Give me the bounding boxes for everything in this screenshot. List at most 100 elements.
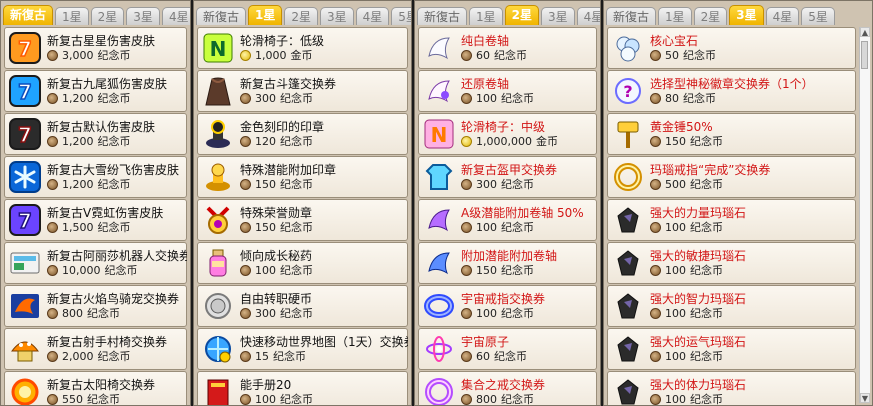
shop-item-row[interactable]: ? 选择型神秘徽章交换券（1个） 80 纪念币 [607, 70, 856, 112]
shop-item-row[interactable]: 自由转职硬币 300 纪念币 [197, 285, 408, 327]
shop-item-row[interactable]: 强大的敏捷玛瑙石 100 纪念币 [607, 242, 856, 284]
dark-stone-icon [612, 204, 644, 236]
tab-0[interactable]: 新復古 [606, 7, 657, 25]
item-price: 1,200 纪念币 [47, 135, 155, 149]
shop-item-row[interactable]: 黄金锤50% 150 纪念币 [607, 113, 856, 155]
gold-coin-icon [240, 50, 251, 61]
scroll-thumb[interactable] [861, 41, 868, 69]
tab-3[interactable]: 3星 [729, 5, 764, 25]
shop-item-row[interactable]: 新复古斗篷交换券 300 纪念币 [197, 70, 408, 112]
tab-2[interactable]: 2星 [693, 7, 728, 25]
scroll-up-icon[interactable]: ▲ [860, 27, 870, 37]
tab-3[interactable]: 3星 [541, 7, 575, 25]
shop-item-row[interactable]: 玛瑙戒指“完成”交换券 500 纪念币 [607, 156, 856, 198]
tab-2[interactable]: 2星 [90, 7, 125, 25]
souvenir-coin-icon [240, 179, 251, 190]
shop-item-row[interactable]: 新复古太阳椅交换券 550 纪念币 [4, 371, 187, 405]
shop-item-row[interactable]: N 轮滑椅子：中级 1,000,000 金币 [418, 113, 597, 155]
scroll-down-icon[interactable]: ▼ [860, 393, 870, 403]
tab-3[interactable]: 3星 [126, 7, 160, 25]
tab-1[interactable]: 1星 [469, 7, 503, 25]
shop-item-row[interactable]: 能手册20 100 纪念币 [197, 371, 408, 405]
shop-item-row[interactable]: 特殊荣誉勋章 150 纪念币 [197, 199, 408, 241]
shop-item-row[interactable]: 7 新复古默认伤害皮肤 1,200 纪念币 [4, 113, 187, 155]
shop-item-row[interactable]: 特殊潜能附加印章 150 纪念币 [197, 156, 408, 198]
shop-item-row[interactable]: N 轮滑椅子：低级 1,000 金币 [197, 27, 408, 69]
currency-label: 纪念币 [501, 220, 534, 234]
shop-item-row[interactable]: 强大的智力玛瑙石 100 纪念币 [607, 285, 856, 327]
item-meta: 特殊荣誉勋章 150 纪念币 [240, 206, 313, 235]
golden-hammer-icon [612, 118, 644, 150]
shop-item-row[interactable]: 集合之戒交换券 800 纪念币 [418, 371, 597, 405]
item-list: N 轮滑椅子：低级 1,000 金币 新复古斗篷交换券 300 纪念币 金色刻印的印章 120 纪… [197, 27, 408, 405]
seven-dark-icon: 7 [9, 118, 41, 150]
shop-item-row[interactable]: 宇宙戒指交换券 100 纪念币 [418, 285, 597, 327]
tab-0[interactable]: 新復古 [417, 7, 468, 25]
tab-0[interactable]: 新復古 [196, 7, 247, 25]
item-name: 选择型神秘徽章交换券（1个） [650, 76, 814, 91]
item-name: 新复古斗篷交换券 [240, 76, 337, 91]
price-value: 100 [665, 220, 686, 234]
currency-label: 纪念币 [273, 349, 306, 363]
tab-4[interactable]: 4星 [355, 7, 390, 25]
medal-icon [202, 204, 234, 236]
currency-label: 纪念币 [690, 220, 723, 234]
shop-item-row[interactable]: 强大的力量玛瑙石 100 纪念币 [607, 199, 856, 241]
price-value: 1,000,000 [476, 134, 532, 148]
core-gem-icon [612, 32, 644, 64]
white-scroll-icon [423, 32, 455, 64]
tab-0[interactable]: 新復古 [3, 5, 54, 25]
price-value: 150 [665, 134, 686, 148]
souvenir-coin-icon [650, 50, 661, 61]
shop-item-row[interactable]: 还原卷轴 100 纪念币 [418, 70, 597, 112]
item-price: 60 纪念币 [461, 49, 527, 63]
shop-item-row[interactable]: 快速移动世界地图（1天）交换券 15 纪念币 [197, 328, 408, 370]
tab-4[interactable]: 4星 [765, 7, 800, 25]
shop-item-row[interactable]: 7 新复古九尾狐伤害皮肤 1,200 纪念币 [4, 70, 187, 112]
tab-1[interactable]: 1星 [55, 7, 89, 25]
tab-5[interactable]: 5星 [391, 7, 411, 25]
tab-4[interactable]: 4星 [576, 7, 600, 25]
cape-icon [202, 75, 234, 107]
shop-item-row[interactable]: 附加潜能附加卷轴 150 纪念币 [418, 242, 597, 284]
item-name: 新复古阿丽莎机器人交换券 [47, 248, 187, 263]
shop-item-row[interactable]: 倾向成长秘药 100 纪念币 [197, 242, 408, 284]
price-value: 100 [255, 392, 276, 406]
shop-item-row[interactable]: 7 新复古V霓虹伤害皮肤 1,500 纪念币 [4, 199, 187, 241]
souvenir-coin-icon [461, 308, 472, 319]
shop-item-row[interactable]: 新复古阿丽莎机器人交换券 10,000 纪念币 [4, 242, 187, 284]
shop-item-row[interactable]: 新复古射手村椅交换券 2,000 纪念币 [4, 328, 187, 370]
item-price: 100 纪念币 [650, 221, 746, 235]
shop-item-row[interactable]: 强大的运气玛瑙石 100 纪念币 [607, 328, 856, 370]
tab-1[interactable]: 1星 [658, 7, 692, 25]
item-price: 100 纪念币 [240, 264, 313, 278]
shop-item-row[interactable]: 宇宙原子 60 纪念币 [418, 328, 597, 370]
dark-stone-icon [612, 247, 644, 279]
globe-icon [202, 333, 234, 365]
tab-1[interactable]: 1星 [248, 5, 283, 25]
tab-bar: 新復古1星2星3星4星 [1, 5, 190, 27]
tab-3[interactable]: 3星 [320, 7, 354, 25]
shop-item-row[interactable]: 核心宝石 50 纪念币 [607, 27, 856, 69]
shop-item-row[interactable]: 纯白卷轴 60 纪念币 [418, 27, 597, 69]
restore-scroll-icon [423, 75, 455, 107]
price-value: 80 [665, 91, 679, 105]
item-name: 新复古大雪纷飞伤害皮肤 [47, 162, 180, 177]
scrollbar[interactable]: ▲ ▼ [859, 27, 870, 403]
shop-item-row[interactable]: 金色刻印的印章 120 纪念币 [197, 113, 408, 155]
purple-scroll-icon [423, 204, 455, 236]
shop-item-row[interactable]: 新复古大雪纷飞伤害皮肤 1,200 纪念币 [4, 156, 187, 198]
tab-2[interactable]: 2星 [504, 5, 540, 25]
item-meta: 宇宙原子 60 纪念币 [461, 335, 527, 364]
souvenir-coin-icon [240, 136, 251, 147]
tab-4[interactable]: 4星 [161, 7, 190, 25]
shop-item-row[interactable]: 新复古盔甲交换券 300 纪念币 [418, 156, 597, 198]
tab-2[interactable]: 2星 [284, 7, 319, 25]
shop-item-row[interactable]: 新复古火焰鸟骑宠交换券 800 纪念币 [4, 285, 187, 327]
item-price: 100 纪念币 [650, 393, 746, 405]
souvenir-coin-icon [240, 265, 251, 276]
shop-item-row[interactable]: A级潜能附加卷轴 50% 100 纪念币 [418, 199, 597, 241]
shop-item-row[interactable]: 强大的体力玛瑙石 100 纪念币 [607, 371, 856, 405]
shop-item-row[interactable]: 7 新复古星星伤害皮肤 3,000 纪念币 [4, 27, 187, 69]
tab-5[interactable]: 5星 [801, 7, 835, 25]
